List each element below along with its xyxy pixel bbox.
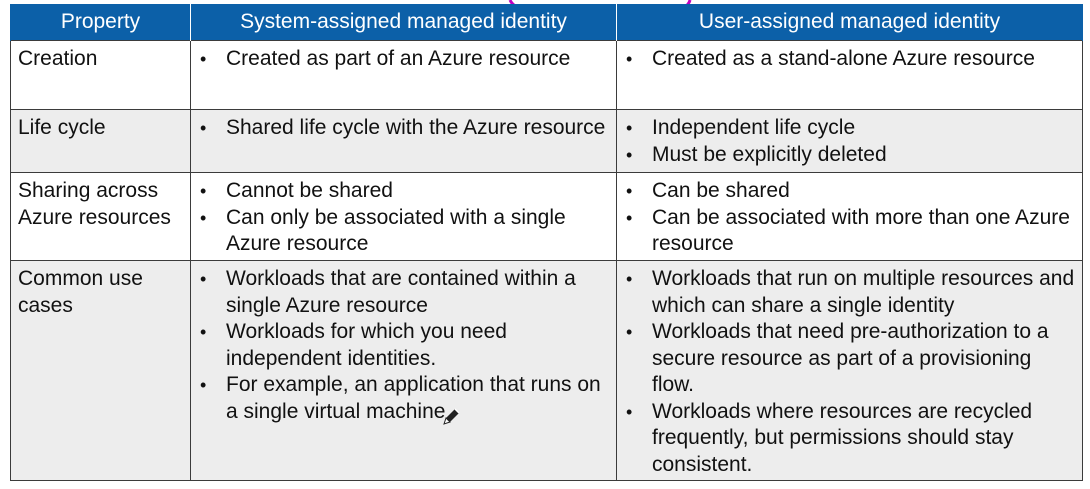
- list-item: Can only be associated with a single Azu…: [198, 205, 610, 258]
- user-assigned-cell: Can be shared Can be associated with mor…: [616, 172, 1083, 261]
- list-item: Workloads that need pre-authorization to…: [624, 319, 1076, 399]
- list-item: Workloads for which you need independent…: [198, 319, 610, 372]
- user-assigned-cell: Workloads that run on multiple resources…: [616, 260, 1083, 481]
- property-cell: Common use cases: [10, 260, 191, 481]
- bullet-list: Independent life cycle Must be explicitl…: [624, 115, 1076, 168]
- system-assigned-cell: Cannot be shared Can only be associated …: [190, 172, 617, 261]
- table-header-row: Property System-assigned managed identit…: [10, 4, 1083, 41]
- header-property: Property: [10, 4, 191, 41]
- bullet-list: Created as part of an Azure resource: [198, 46, 610, 73]
- system-assigned-cell: Created as part of an Azure resource: [190, 40, 617, 110]
- table-row: Common use cases Workloads that are cont…: [10, 260, 1083, 481]
- list-item: Can be shared: [624, 178, 1076, 205]
- comparison-table-container: Property System-assigned managed identit…: [10, 4, 1083, 481]
- header-user-assigned: User-assigned managed identity: [616, 4, 1083, 41]
- managed-identity-comparison-table: Property System-assigned managed identit…: [10, 4, 1083, 481]
- system-assigned-cell: Shared life cycle with the Azure resourc…: [190, 109, 617, 173]
- list-item: Created as a stand-alone Azure resource: [624, 46, 1076, 73]
- user-assigned-cell: Created as a stand-alone Azure resource: [616, 40, 1083, 110]
- list-item: For example, an application that runs on…: [198, 372, 610, 425]
- bullet-list: Cannot be shared Can only be associated …: [198, 178, 610, 258]
- list-item: Cannot be shared: [198, 178, 610, 205]
- list-item: Workloads that run on multiple resources…: [624, 266, 1076, 319]
- bullet-list: Can be shared Can be associated with mor…: [624, 178, 1076, 258]
- table-row: Creation Created as part of an Azure res…: [10, 40, 1083, 110]
- bullet-list: Workloads that are contained within a si…: [198, 266, 610, 425]
- table-row: Sharing across Azure resources Cannot be…: [10, 172, 1083, 261]
- list-item: Shared life cycle with the Azure resourc…: [198, 115, 610, 142]
- property-cell: Creation: [10, 40, 191, 110]
- list-item: Workloads where resources are recycled f…: [624, 399, 1076, 479]
- list-item: Created as part of an Azure resource: [198, 46, 610, 73]
- property-cell: Sharing across Azure resources: [10, 172, 191, 261]
- table-row: Life cycle Shared life cycle with the Az…: [10, 109, 1083, 173]
- bullet-list: Shared life cycle with the Azure resourc…: [198, 115, 610, 142]
- system-assigned-cell: Workloads that are contained within a si…: [190, 260, 617, 481]
- list-item: Must be explicitly deleted: [624, 142, 1076, 169]
- bullet-list: Created as a stand-alone Azure resource: [624, 46, 1076, 73]
- pen-cursor-icon: [443, 408, 460, 425]
- property-cell: Life cycle: [10, 109, 191, 173]
- list-item: Independent life cycle: [624, 115, 1076, 142]
- bullet-list: Workloads that run on multiple resources…: [624, 266, 1076, 478]
- header-system-assigned: System-assigned managed identity: [190, 4, 617, 41]
- list-item: Can be associated with more than one Azu…: [624, 205, 1076, 258]
- list-item: Workloads that are contained within a si…: [198, 266, 610, 319]
- user-assigned-cell: Independent life cycle Must be explicitl…: [616, 109, 1083, 173]
